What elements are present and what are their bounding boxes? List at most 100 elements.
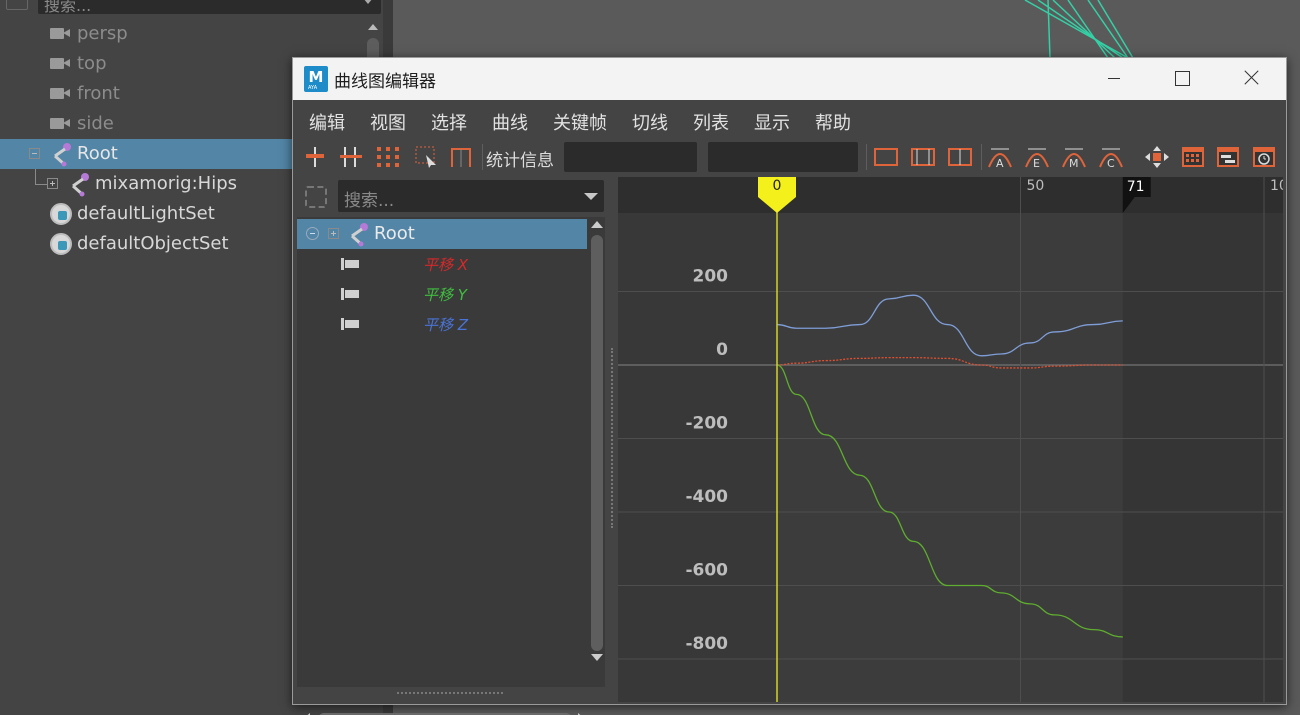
tangent-letter-e: E	[1033, 157, 1040, 169]
viewport-wireframe	[1024, 0, 1134, 59]
tangent-letter-c: C	[1107, 157, 1115, 169]
end-frame-label: 71	[1127, 179, 1145, 195]
stats-label: 统计信息	[486, 151, 554, 171]
y-tick-label: -600	[685, 561, 728, 581]
filter-icon[interactable]	[305, 186, 327, 208]
list-vertical-scrollbar[interactable]	[589, 217, 605, 667]
chevron-down-icon[interactable]	[363, 0, 373, 4]
time-editor-icon[interactable]	[1251, 145, 1277, 169]
collapse-icon[interactable]	[29, 148, 40, 159]
panel-splitter[interactable]	[611, 348, 613, 528]
channel-icon	[341, 318, 359, 330]
outliner-filter-icon[interactable]	[6, 0, 28, 10]
menu-select[interactable]: 选择	[431, 109, 467, 135]
menu-help[interactable]: 帮助	[815, 109, 851, 135]
outliner-item-label: persp	[77, 23, 128, 44]
y-tick-label: -800	[685, 634, 728, 654]
app-icon-sub: AYA	[308, 85, 318, 91]
scroll-up-icon[interactable]	[368, 24, 378, 30]
menu-edit[interactable]: 编辑	[309, 109, 345, 135]
frame-playback-icon[interactable]	[910, 145, 936, 169]
list-item-label: Root	[374, 223, 415, 244]
toolbar: 统计信息 A E M C	[293, 138, 1286, 176]
stats-field-1[interactable]	[564, 142, 697, 172]
clamped-tangent-icon[interactable]: M	[1061, 145, 1087, 169]
camera-icon	[50, 88, 70, 99]
buffer-curve-icon[interactable]	[449, 145, 475, 169]
tree-line	[35, 169, 36, 185]
collapse-icon[interactable]	[306, 227, 319, 240]
channel-icon	[341, 258, 359, 270]
auto-tangent-icon[interactable]: A	[987, 145, 1013, 169]
y-tick-label: -200	[685, 414, 728, 434]
set-icon	[50, 203, 72, 225]
set-icon	[50, 233, 72, 255]
minimize-button[interactable]	[1079, 58, 1149, 100]
expand-icon[interactable]	[47, 178, 58, 189]
ge-search-input[interactable]: 搜索...	[338, 180, 604, 212]
channel-label: 平移 X	[423, 256, 469, 274]
list-item-translate-z[interactable]: 平移 Z	[297, 309, 587, 339]
outliner-search-input[interactable]: 搜索...	[38, 0, 381, 15]
chevron-down-icon[interactable]	[584, 193, 598, 200]
center-icon[interactable]	[947, 145, 973, 169]
outliner-item-persp[interactable]: persp	[0, 19, 365, 49]
frame-all-icon[interactable]	[873, 145, 899, 169]
graph-view[interactable]: 200 0 -200 -400 -600 -800 50 10 0 71	[618, 177, 1283, 702]
menu-view[interactable]: 视图	[370, 109, 406, 135]
current-frame-label: 0	[773, 178, 782, 194]
outliner-item-label: defaultLightSet	[77, 203, 215, 224]
outliner-item-label: mixamorig:Hips	[95, 173, 237, 194]
menu-keys[interactable]: 关键帧	[553, 109, 607, 135]
custom-tangent-icon[interactable]: C	[1098, 145, 1124, 169]
y-tick-label: 0	[716, 340, 728, 360]
joint-icon	[54, 143, 71, 167]
window-title: 曲线图编辑器	[334, 72, 436, 92]
close-button[interactable]	[1216, 58, 1286, 100]
scroll-up-icon[interactable]	[591, 221, 603, 228]
list-item-translate-x[interactable]: 平移 X	[297, 249, 587, 279]
time-ruler[interactable]	[618, 177, 1283, 213]
list-item-root[interactable]: Root	[297, 219, 587, 249]
graph-editor-window: M AYA 曲线图编辑器 编辑 视图 选择 曲线 关键帧 切线 列表 显示 帮助 …	[292, 57, 1287, 715]
menu-curves[interactable]: 曲线	[492, 109, 528, 135]
stats-field-2[interactable]	[708, 142, 858, 172]
spline-tangent-icon[interactable]: E	[1024, 145, 1050, 169]
outliner-search-placeholder: 搜索...	[44, 0, 92, 15]
app-icon-letter: M	[308, 68, 324, 86]
move-key-icon[interactable]	[303, 145, 329, 169]
maximize-button[interactable]	[1146, 58, 1216, 100]
menu-tangents[interactable]: 切线	[632, 109, 668, 135]
list-item-translate-y[interactable]: 平移 Y	[297, 279, 587, 309]
camera-icon	[50, 58, 70, 69]
curve-graph[interactable]: 200 0 -200 -400 -600 -800 50 10 0 71	[618, 177, 1283, 702]
trax-icon[interactable]	[1215, 145, 1241, 169]
post-range-area	[1122, 213, 1283, 702]
panel-splitter-horizontal[interactable]	[397, 692, 503, 694]
window-titlebar[interactable]: M AYA 曲线图编辑器	[293, 58, 1286, 100]
toolbar-separator	[981, 144, 982, 170]
list-horizontal-scrollbar[interactable]	[301, 710, 587, 715]
channel-list: Root 平移 X 平移 Y 平移 Z	[297, 217, 605, 715]
region-select-icon[interactable]	[414, 145, 440, 169]
joint-icon	[351, 223, 368, 247]
lattice-icon[interactable]	[375, 145, 401, 169]
move-view-icon[interactable]	[1144, 145, 1170, 169]
menu-list[interactable]: 列表	[693, 109, 729, 135]
expand-icon[interactable]	[328, 228, 339, 239]
insert-key-icon[interactable]	[338, 145, 364, 169]
channel-label: 平移 Y	[423, 286, 467, 304]
x-tick-label: 10	[1270, 178, 1283, 194]
outliner-item-label: top	[77, 53, 107, 74]
maya-logo-icon: M AYA	[304, 66, 328, 92]
app-root: 搜索... persp top front side Root mixamori…	[0, 0, 1300, 715]
scroll-down-icon[interactable]	[591, 654, 603, 661]
tree-line	[35, 184, 47, 185]
menu-show[interactable]: 显示	[754, 109, 790, 135]
dope-sheet-icon[interactable]	[1180, 145, 1206, 169]
x-tick-label: 50	[1027, 178, 1045, 194]
y-tick-label: -400	[685, 487, 728, 507]
scroll-thumb[interactable]	[591, 235, 603, 651]
outliner-item-label: side	[77, 113, 114, 134]
menu-bar: 编辑 视图 选择 曲线 关键帧 切线 列表 显示 帮助	[293, 100, 1286, 138]
